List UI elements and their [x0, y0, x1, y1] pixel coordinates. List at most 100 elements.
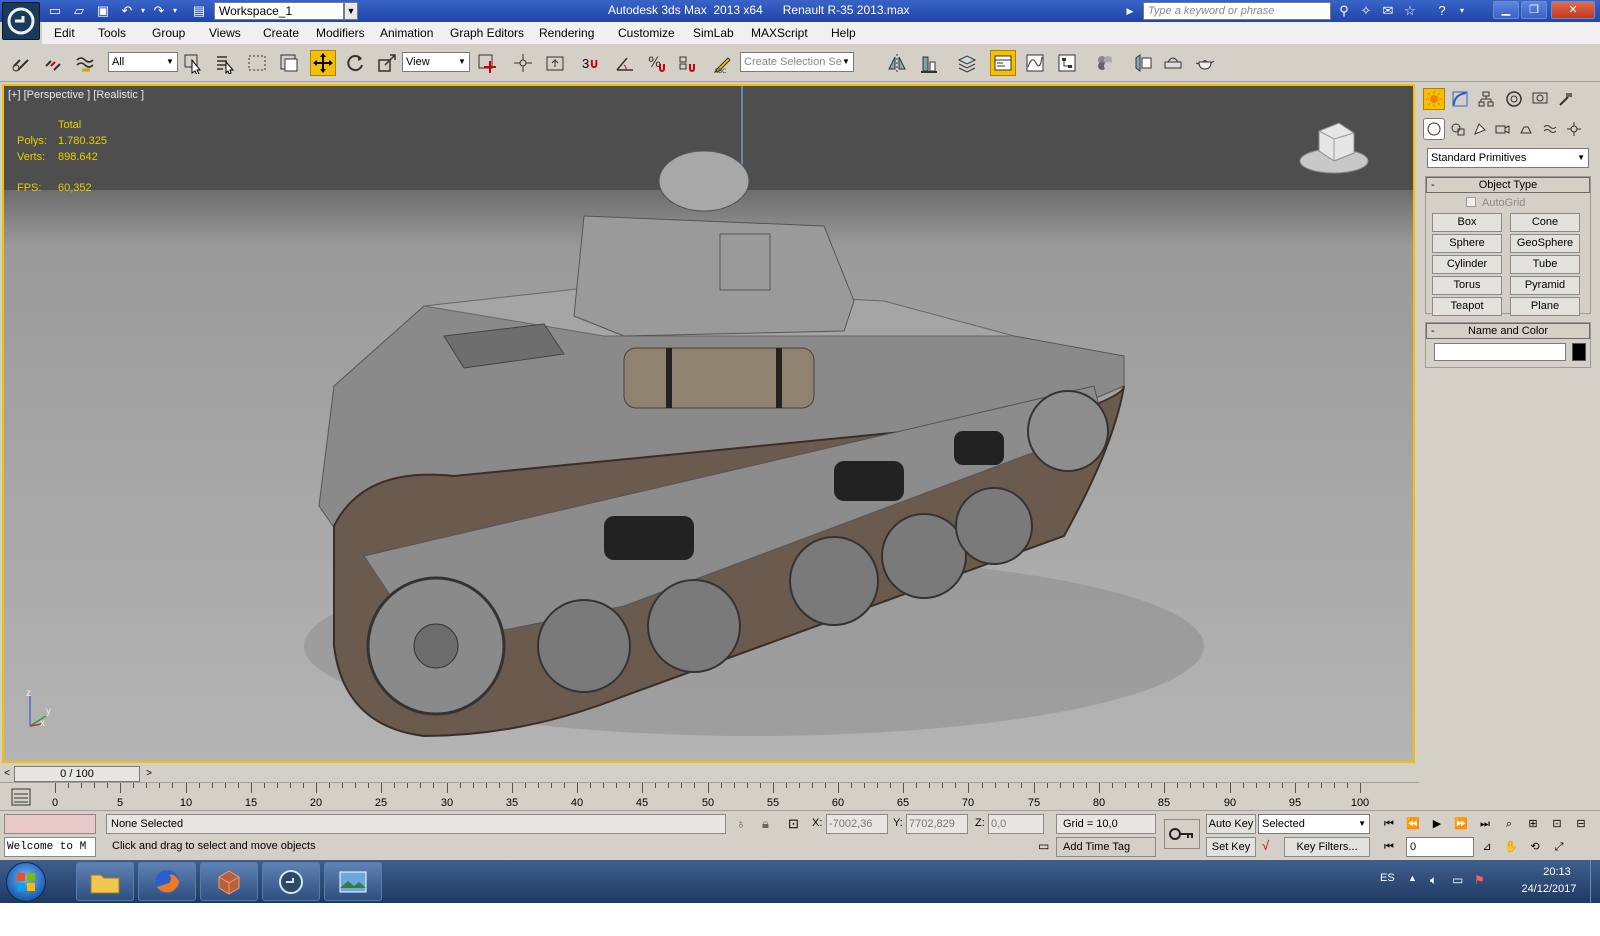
time-slider-thumb[interactable]: 0 / 100: [14, 766, 140, 782]
hierarchy-tab[interactable]: [1475, 88, 1497, 110]
lights-subtab[interactable]: [1469, 118, 1491, 140]
select-manipulate-icon[interactable]: [510, 50, 536, 76]
ref-coord-dropdown[interactable]: View ▼: [402, 52, 470, 72]
selection-lock-icon[interactable]: 🔒︎: [762, 816, 769, 832]
window-crossing-icon[interactable]: [276, 50, 302, 76]
menu-rendering[interactable]: Rendering: [539, 26, 594, 40]
network-icon[interactable]: ▭: [1452, 873, 1463, 887]
object-name-field[interactable]: [1434, 343, 1566, 361]
previous-frame-icon[interactable]: ⏪: [1402, 814, 1424, 834]
search-input[interactable]: Type a keyword or phrase: [1143, 2, 1331, 20]
angle-snap-icon[interactable]: [612, 50, 638, 76]
subscription-icon[interactable]: ✧: [1356, 2, 1376, 20]
pyramid-button[interactable]: Pyramid: [1510, 276, 1580, 295]
play-icon[interactable]: ▶: [1426, 814, 1448, 834]
communication-icon[interactable]: ✉: [1378, 2, 1398, 20]
set-key-button[interactable]: Set Key: [1206, 837, 1256, 857]
goto-end-icon[interactable]: ⏭: [1474, 814, 1496, 834]
workspace-dropdown[interactable]: Workspace_1: [214, 2, 344, 20]
rendered-frame-icon[interactable]: [1160, 50, 1186, 76]
time-slider-prev[interactable]: <: [0, 766, 14, 782]
workspace-dropdown-arrow[interactable]: ▼: [344, 2, 358, 20]
clock-date[interactable]: 24/12/2017: [1516, 883, 1582, 895]
scene-explorer-icon[interactable]: [990, 50, 1016, 76]
material-editor-icon[interactable]: [1092, 50, 1118, 76]
selection-set-dropdown[interactable]: Create Selection Se ▼: [740, 52, 854, 72]
object-color-swatch[interactable]: [1572, 343, 1586, 361]
trackbar[interactable]: 0 5 10 15 20 25 30 35 40 45 50 55 60 65 70 75 80 85 90 95 10…: [0, 782, 1419, 810]
align-icon[interactable]: [916, 50, 942, 76]
plane-button[interactable]: Plane: [1510, 297, 1580, 316]
scale-tool-icon[interactable]: [374, 50, 400, 76]
tray-expand-icon[interactable]: ▲: [1408, 873, 1417, 883]
rect-selection-icon[interactable]: [244, 50, 270, 76]
taskbar-3dsmax-alt[interactable]: [200, 862, 258, 901]
taskbar-3dsmax[interactable]: [262, 862, 320, 901]
orbit-icon[interactable]: ⟲: [1524, 837, 1546, 857]
menu-edit[interactable]: Edit: [54, 26, 75, 40]
set-key-big-button[interactable]: [1164, 819, 1200, 849]
maximize-button[interactable]: ❐: [1521, 1, 1547, 19]
schematic-view-icon[interactable]: [1054, 50, 1080, 76]
taskbar-firefox[interactable]: [138, 862, 196, 901]
menu-simlab[interactable]: SimLab: [693, 26, 734, 40]
zoom-extents-icon[interactable]: ⊡: [1546, 814, 1568, 834]
y-coord-field[interactable]: 7702,829: [906, 814, 968, 834]
cameras-subtab[interactable]: [1491, 118, 1513, 140]
box-button[interactable]: Box: [1432, 213, 1502, 232]
systems-subtab[interactable]: [1563, 118, 1585, 140]
menu-tools[interactable]: Tools: [98, 26, 126, 40]
pan-view-icon[interactable]: ✋: [1500, 837, 1522, 857]
search-expand-icon[interactable]: ▶: [1120, 2, 1140, 20]
name-color-header[interactable]: - Name and Color: [1426, 323, 1590, 339]
selection-filter-dropdown[interactable]: All ▼: [108, 52, 178, 72]
layer-manager-icon[interactable]: [954, 50, 980, 76]
time-slider-next[interactable]: >: [142, 766, 156, 782]
modify-tab[interactable]: [1449, 88, 1471, 110]
menu-help[interactable]: Help: [831, 26, 856, 40]
maximize-viewport-icon[interactable]: ⤢: [1548, 837, 1570, 857]
utilities-tab[interactable]: [1555, 88, 1577, 110]
show-desktop-button[interactable]: [1590, 860, 1600, 903]
bind-spacewarp-icon[interactable]: [72, 50, 98, 76]
time-tag-icon[interactable]: ▭: [1038, 839, 1049, 853]
z-coord-field[interactable]: 0,0: [988, 814, 1044, 834]
geometry-subtab[interactable]: [1423, 118, 1445, 140]
taskbar-photo-viewer[interactable]: [324, 862, 382, 901]
shapes-subtab[interactable]: [1447, 118, 1469, 140]
default-tangent-icon[interactable]: √: [1262, 838, 1269, 853]
key-mode-dropdown[interactable]: Selected ▼: [1258, 814, 1370, 834]
menu-group[interactable]: Group: [152, 26, 185, 40]
action-center-icon[interactable]: ⚑: [1474, 873, 1485, 887]
key-mode-toggle-icon[interactable]: ⏮: [1378, 837, 1400, 857]
perspective-viewport[interactable]: [+] [Perspective ] [Realistic ] Total Po…: [2, 84, 1415, 763]
spinner-snap-icon[interactable]: [674, 50, 700, 76]
select-object-icon[interactable]: [180, 50, 206, 76]
motion-tab[interactable]: [1503, 88, 1525, 110]
menu-maxscript[interactable]: MAXScript: [751, 26, 808, 40]
isolate-selection-icon[interactable]: ♁: [736, 816, 746, 831]
render-teapot-icon[interactable]: [1192, 50, 1218, 76]
rotate-tool-icon[interactable]: [342, 50, 368, 76]
key-filters-button[interactable]: Key Filters...: [1284, 837, 1370, 857]
select-by-name-icon[interactable]: [212, 50, 238, 76]
curve-editor-mini-icon[interactable]: [10, 787, 32, 807]
edit-named-selection-icon[interactable]: ABC: [710, 50, 736, 76]
open-file-icon[interactable]: ▱: [70, 2, 88, 20]
app-logo-button[interactable]: [2, 2, 40, 40]
link-icon[interactable]: [8, 50, 34, 76]
goto-start-icon[interactable]: ⏮: [1378, 814, 1400, 834]
binoculars-icon[interactable]: ⚲: [1334, 2, 1354, 20]
create-tab[interactable]: [1423, 88, 1445, 110]
x-coord-field[interactable]: -7002,36: [826, 814, 888, 834]
time-slider[interactable]: < 0 / 100 >: [0, 766, 1419, 782]
unlink-icon[interactable]: [40, 50, 66, 76]
display-tab[interactable]: [1529, 88, 1551, 110]
menu-graph-editors[interactable]: Graph Editors: [450, 26, 524, 40]
category-dropdown[interactable]: Standard Primitives ▼: [1427, 148, 1589, 168]
menu-modifiers[interactable]: Modifiers: [316, 26, 365, 40]
help-dropdown-icon[interactable]: ▾: [1452, 2, 1472, 20]
menu-animation[interactable]: Animation: [380, 26, 433, 40]
volume-icon[interactable]: 🔈︎: [1430, 873, 1437, 888]
sphere-button[interactable]: Sphere: [1432, 234, 1502, 253]
